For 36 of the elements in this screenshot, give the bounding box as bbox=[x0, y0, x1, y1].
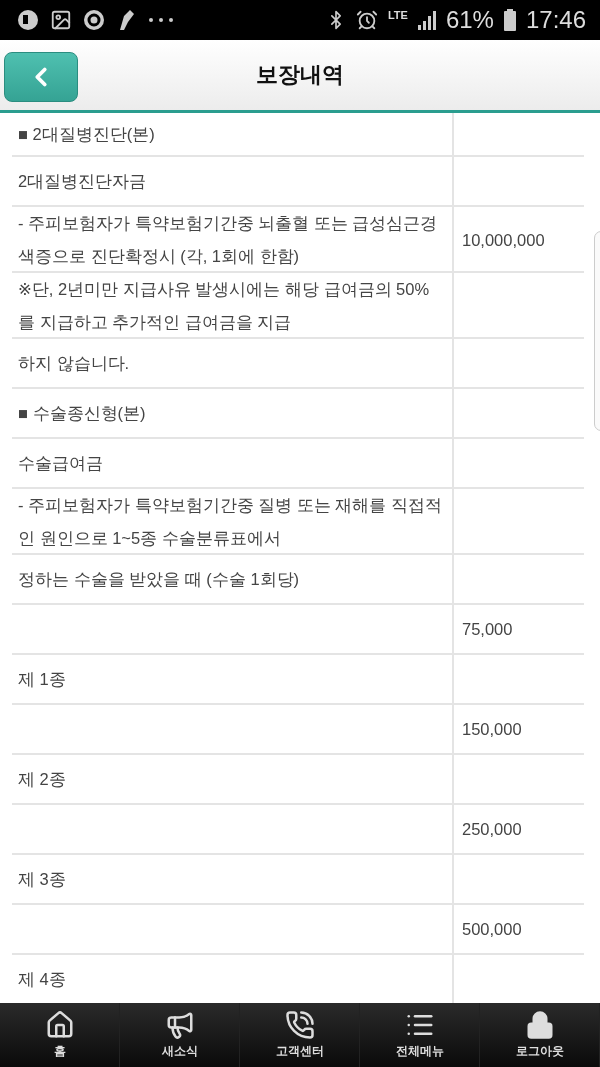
amount-cell-text: 250,000 bbox=[462, 818, 522, 840]
nav-tab[interactable]: 고객센터 bbox=[240, 1003, 360, 1067]
alarm-icon bbox=[355, 9, 378, 31]
network-label: LTE bbox=[387, 9, 408, 21]
amount-cell-text: 10,000,000 bbox=[462, 229, 545, 251]
app-icon bbox=[16, 8, 40, 32]
clock: 17:46 bbox=[525, 6, 586, 34]
table-cell-text: ■ 수술종신형(본) bbox=[18, 402, 146, 424]
nav-tab[interactable]: 전체메뉴 bbox=[360, 1003, 480, 1067]
call-icon bbox=[284, 1010, 315, 1040]
g-circle-icon bbox=[82, 8, 106, 32]
more-icon bbox=[148, 17, 174, 23]
table-cell-text: ■ 2대질병진단(본) bbox=[18, 123, 155, 145]
nav-tab[interactable]: 홈 bbox=[0, 1003, 120, 1067]
nav-tab[interactable]: 로그아웃 bbox=[480, 1003, 600, 1067]
table-cell-text: 정하는 수술을 받았을 때 (수술 1회당) bbox=[18, 568, 300, 590]
table-cell-text: 제 1종 bbox=[18, 668, 66, 690]
amount-cell-text: 75,000 bbox=[462, 618, 513, 640]
table-cell-text: 하지 않습니다. bbox=[18, 352, 130, 374]
page-title: 보장내역 bbox=[256, 61, 344, 89]
nav-tab[interactable]: 새소식 bbox=[120, 1003, 240, 1067]
table-cell-text: - 주피보험자가 특약보험기간중 질병 또는 재해를 직접적 인 원인으로 1~5종 수술분류표에서 bbox=[18, 495, 442, 549]
table-cell-text: 제 2종 bbox=[18, 768, 66, 790]
amount-cell-text: 150,000 bbox=[462, 718, 522, 740]
table-cell-text: ※단, 2년미만 지급사유 발생시에는 해당 급여금의 50% 를 지급하고 추가적인 급여금을 지급 bbox=[18, 279, 430, 333]
table-cell-text: 제 4종 bbox=[18, 968, 66, 990]
signal-icon bbox=[417, 10, 436, 30]
table-cell-text: 수술급여금 bbox=[18, 452, 103, 474]
table-cell-text: 2대질병진단자금 bbox=[18, 170, 147, 192]
amount-cell-text: 500,000 bbox=[462, 918, 522, 940]
table-cell-text: - 주피보험자가 특약보험기간중 뇌출혈 또는 급성심근경 색증으로 진단확정시 (각, 1회에 한함) bbox=[18, 213, 438, 267]
table-cell-text: 제 3종 bbox=[18, 868, 66, 890]
back-button[interactable] bbox=[4, 52, 78, 102]
image-icon bbox=[50, 9, 72, 31]
battery-percent: 61% bbox=[445, 6, 494, 34]
battery-icon bbox=[503, 9, 516, 31]
